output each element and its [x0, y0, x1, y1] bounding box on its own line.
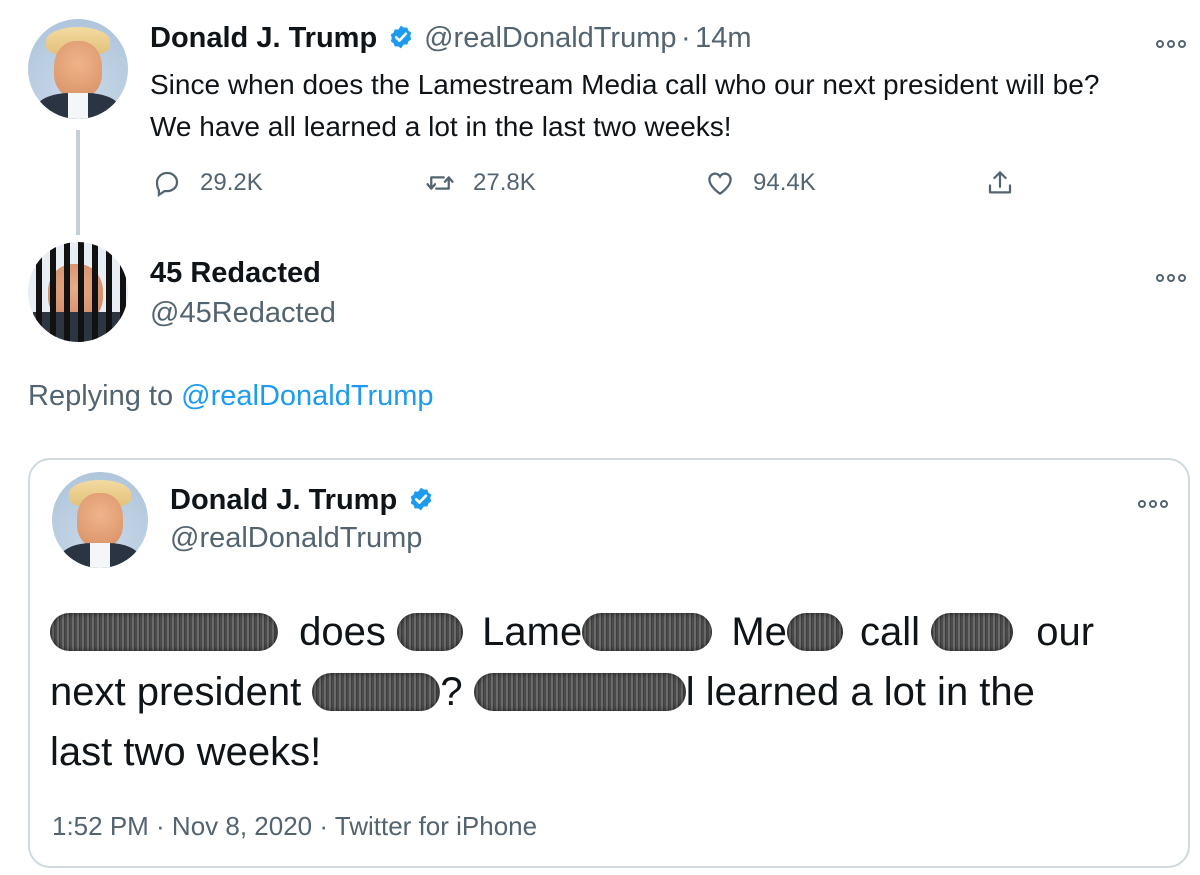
verified-badge-icon — [410, 487, 431, 511]
tweet-text-line2: We have all learned a lot in the last tw… — [150, 111, 732, 142]
thread-connector-line — [76, 130, 80, 235]
tweet-time[interactable]: 14m — [695, 22, 751, 54]
retweet-icon — [426, 176, 454, 190]
author-name[interactable]: Donald J. Trump — [150, 22, 377, 54]
reply-author-handle[interactable]: @45Redacted — [150, 297, 336, 330]
text-fragment: next president — [50, 670, 302, 714]
redaction-bar — [931, 613, 1014, 651]
quoted-author-avatar[interactable] — [52, 472, 148, 568]
reply-more-icon[interactable] — [1156, 266, 1186, 287]
time-separator: · — [680, 22, 691, 54]
replying-to: Replying to @realDonaldTrump — [28, 380, 434, 413]
redacted-tweet-text: does Lame Me call our next president ? l… — [50, 602, 1170, 782]
reply-count: 29.2K — [200, 169, 263, 196]
text-fragment: l learned a lot in the — [685, 670, 1035, 714]
redaction-bar — [582, 613, 713, 651]
quoted-author-handle[interactable]: @realDonaldTrump — [170, 522, 422, 555]
redaction-bar — [397, 613, 463, 651]
tweet-text-line1: Since when does the Lamestream Media cal… — [150, 69, 1100, 100]
retweet-button[interactable]: 27.8K — [425, 168, 536, 198]
redaction-bar — [473, 673, 686, 711]
quoted-more-icon[interactable] — [1138, 492, 1168, 513]
like-count: 94.4K — [753, 169, 816, 196]
author-avatar[interactable] — [28, 19, 128, 119]
quoted-timestamp[interactable]: 1:52 PM · Nov 8, 2020 · Twitter for iPho… — [52, 811, 537, 842]
share-icon — [988, 171, 1012, 194]
author-handle[interactable]: @realDonaldTrump — [424, 22, 676, 54]
replying-to-handle[interactable]: @realDonaldTrump — [181, 380, 433, 412]
verified-badge-icon — [390, 25, 411, 49]
text-fragment: Me — [731, 610, 787, 654]
quoted-author-name[interactable]: Donald J. Trump — [170, 484, 397, 516]
redacted-line-3: last two weeks! — [50, 730, 322, 774]
text-fragment: does — [299, 610, 386, 654]
reply-icon — [155, 171, 179, 197]
like-button[interactable]: 94.4K — [705, 168, 816, 198]
reply-button[interactable]: 29.2K — [152, 168, 263, 198]
redacted-line-2: next president ? l learned a lot in the — [50, 662, 1170, 722]
redaction-bar — [50, 613, 278, 651]
more-icon[interactable] — [1156, 32, 1186, 53]
reply-author-avatar[interactable] — [28, 242, 128, 342]
text-fragment: our — [1036, 610, 1095, 654]
text-fragment: Lame — [482, 610, 583, 654]
retweet-count: 27.8K — [473, 169, 536, 196]
tweet-text: Since when does the Lamestream Media cal… — [150, 64, 1099, 148]
redacted-line-1: does Lame Me call our — [50, 602, 1170, 662]
redaction-bar — [786, 613, 843, 651]
reply-author-name[interactable]: 45 Redacted — [150, 257, 321, 290]
like-icon — [708, 172, 732, 195]
share-button[interactable] — [985, 168, 1015, 198]
text-fragment: call — [860, 610, 921, 654]
quoted-header: Donald J. Trump — [170, 484, 434, 517]
tweet-header: Donald J. Trump @realDonaldTrump · 14m — [150, 22, 752, 55]
redaction-bar — [312, 673, 441, 711]
replying-to-label: Replying to — [28, 380, 174, 412]
text-fragment: ? — [440, 670, 463, 714]
